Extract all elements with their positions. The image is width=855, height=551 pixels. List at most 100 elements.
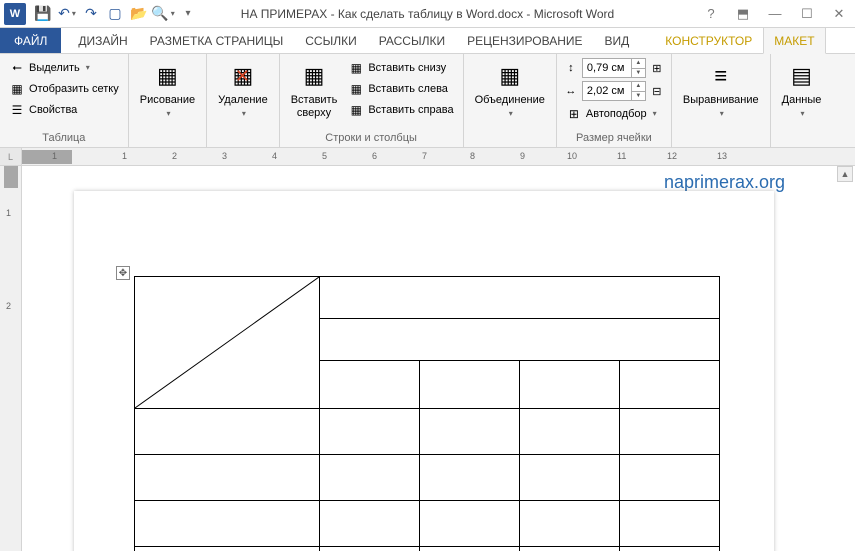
view-gridlines-button[interactable]: ▦Отобразить сетку: [6, 78, 122, 99]
group-table-label: Таблица: [6, 130, 122, 147]
cursor-icon: ⭠: [9, 60, 25, 76]
tab-page-layout[interactable]: РАЗМЕТКА СТРАНИЦЫ: [139, 28, 295, 53]
table-cell[interactable]: [520, 409, 620, 455]
distribute-rows-icon[interactable]: ⊞: [649, 60, 665, 76]
autofit-label: Автоподбор: [586, 108, 647, 120]
insert-left-button[interactable]: ▦Вставить слева: [345, 78, 456, 99]
select-button[interactable]: ⭠Выделить▾: [6, 57, 122, 78]
width-down-icon[interactable]: ▼: [632, 92, 645, 101]
close-icon[interactable]: ✕: [823, 0, 855, 28]
insert-right-icon: ▦: [348, 102, 364, 118]
table-cell[interactable]: [135, 547, 320, 551]
insert-below-button[interactable]: ▦ Вставить снизу: [345, 57, 456, 78]
document-table[interactable]: [134, 276, 720, 551]
new-doc-icon[interactable]: ▢: [104, 3, 126, 25]
table-cell[interactable]: [520, 455, 620, 501]
table-cell[interactable]: [320, 277, 720, 319]
insert-above-label: Вставить сверху: [291, 94, 338, 120]
minimize-icon[interactable]: —: [759, 0, 791, 28]
tab-constructor[interactable]: КОНСТРУКТОР: [654, 28, 763, 53]
open-icon[interactable]: 📂: [128, 3, 150, 25]
properties-icon: ☰: [9, 102, 25, 118]
table-cell[interactable]: [620, 547, 720, 551]
ribbon: ⭠Выделить▾ ▦Отобразить сетку ☰ Свойства Т…: [0, 54, 855, 148]
delete-label: Удаление: [218, 94, 268, 106]
col-width-icon: ↔: [563, 83, 579, 99]
ribbon-tabs: ФАЙЛ ДИЗАЙН РАЗМЕТКА СТРАНИЦЫ ССЫЛКИ РАС…: [0, 28, 855, 54]
alignment-icon: ≡: [705, 60, 737, 92]
window-title: НА ПРИМЕРАХ - Как сделать таблицу в Word…: [241, 7, 614, 21]
properties-label: Свойства: [29, 104, 77, 116]
redo-icon[interactable]: ↷: [80, 3, 102, 25]
table-cell[interactable]: [320, 409, 420, 455]
height-down-icon[interactable]: ▼: [632, 69, 645, 78]
properties-button[interactable]: ☰ Свойства: [6, 99, 122, 120]
table-cell[interactable]: [520, 547, 620, 551]
undo-icon[interactable]: ↶▾: [56, 3, 78, 25]
table-cell[interactable]: [420, 409, 520, 455]
watermark: naprimerax.org: [664, 172, 785, 193]
ribbon-display-icon[interactable]: ⬒: [727, 0, 759, 28]
table-cell[interactable]: [135, 409, 320, 455]
col-width-input[interactable]: [583, 82, 631, 100]
data-label: Данные: [782, 94, 822, 106]
table-cell[interactable]: [135, 455, 320, 501]
insert-below-label: Вставить снизу: [368, 62, 446, 74]
table-cell[interactable]: [420, 455, 520, 501]
row-height-input[interactable]: [583, 59, 631, 77]
row-height-spinner[interactable]: ▲▼: [582, 58, 646, 78]
table-cell[interactable]: [135, 501, 320, 547]
height-up-icon[interactable]: ▲: [632, 59, 645, 69]
data-button[interactable]: ▤ Данные▾: [777, 57, 827, 130]
group-alignment: ≡ Выравнивание▾: [672, 54, 771, 147]
tab-layout[interactable]: МАКЕТ: [763, 28, 825, 54]
table-cell[interactable]: [620, 501, 720, 547]
table-cell[interactable]: [320, 501, 420, 547]
help-icon[interactable]: ?: [695, 0, 727, 28]
scroll-up-icon[interactable]: ▲: [837, 166, 853, 182]
group-merge: ▦ Объединение▾: [464, 54, 557, 147]
width-up-icon[interactable]: ▲: [632, 82, 645, 92]
table-cell[interactable]: [620, 360, 720, 408]
table-cell[interactable]: [320, 455, 420, 501]
vertical-ruler[interactable]: 1 2: [0, 166, 22, 551]
insert-right-button[interactable]: ▦Вставить справа: [345, 99, 456, 120]
maximize-icon[interactable]: ☐: [791, 0, 823, 28]
col-width-spinner[interactable]: ▲▼: [582, 81, 646, 101]
tab-design[interactable]: ДИЗАЙН: [67, 28, 138, 53]
table-cell[interactable]: [520, 501, 620, 547]
group-draw: ▦ Рисование▾: [129, 54, 207, 147]
table-cell[interactable]: [320, 360, 420, 408]
table-cell[interactable]: [420, 501, 520, 547]
table-move-handle-icon[interactable]: ✥: [116, 266, 130, 280]
tab-file[interactable]: ФАЙЛ: [0, 28, 61, 53]
distribute-cols-icon[interactable]: ⊟: [649, 83, 665, 99]
autofit-button[interactable]: ⊞Автоподбор▾: [563, 103, 665, 124]
tab-review[interactable]: РЕЦЕНЗИРОВАНИЕ: [456, 28, 593, 53]
quick-access-toolbar: 💾 ↶▾ ↷ ▢ 📂 🔍▾ ▾: [32, 3, 198, 25]
table-cell-diagonal[interactable]: [135, 277, 320, 409]
table-cell[interactable]: [620, 409, 720, 455]
alignment-button[interactable]: ≡ Выравнивание▾: [678, 57, 764, 130]
horizontal-ruler[interactable]: L 1 1 2 3 4 5 6 7 8 9 10 11 12 13: [0, 148, 855, 166]
table-cell[interactable]: [320, 547, 420, 551]
table-cell[interactable]: [420, 360, 520, 408]
page[interactable]: ✥: [74, 191, 774, 551]
tab-references[interactable]: ССЫЛКИ: [294, 28, 367, 53]
table-cell[interactable]: [520, 360, 620, 408]
word-app-icon: W: [4, 3, 26, 25]
save-icon[interactable]: 💾: [32, 3, 54, 25]
table-cell[interactable]: [620, 455, 720, 501]
tab-mailings[interactable]: РАССЫЛКИ: [368, 28, 456, 53]
insert-below-icon: ▦: [348, 60, 364, 76]
merge-button[interactable]: ▦ Объединение▾: [470, 57, 550, 130]
table-cell[interactable]: [420, 547, 520, 551]
draw-button[interactable]: ▦ Рисование▾: [135, 57, 200, 130]
delete-button[interactable]: ▦✕ Удаление▾: [213, 57, 273, 130]
window-controls: ? ⬒ — ☐ ✕: [695, 0, 855, 28]
qat-customize-icon[interactable]: ▾: [176, 3, 198, 25]
table-cell[interactable]: [320, 318, 720, 360]
tab-view[interactable]: ВИД: [594, 28, 641, 53]
print-preview-icon[interactable]: 🔍▾: [152, 3, 174, 25]
insert-above-button[interactable]: ▦ Вставить сверху: [286, 57, 343, 130]
